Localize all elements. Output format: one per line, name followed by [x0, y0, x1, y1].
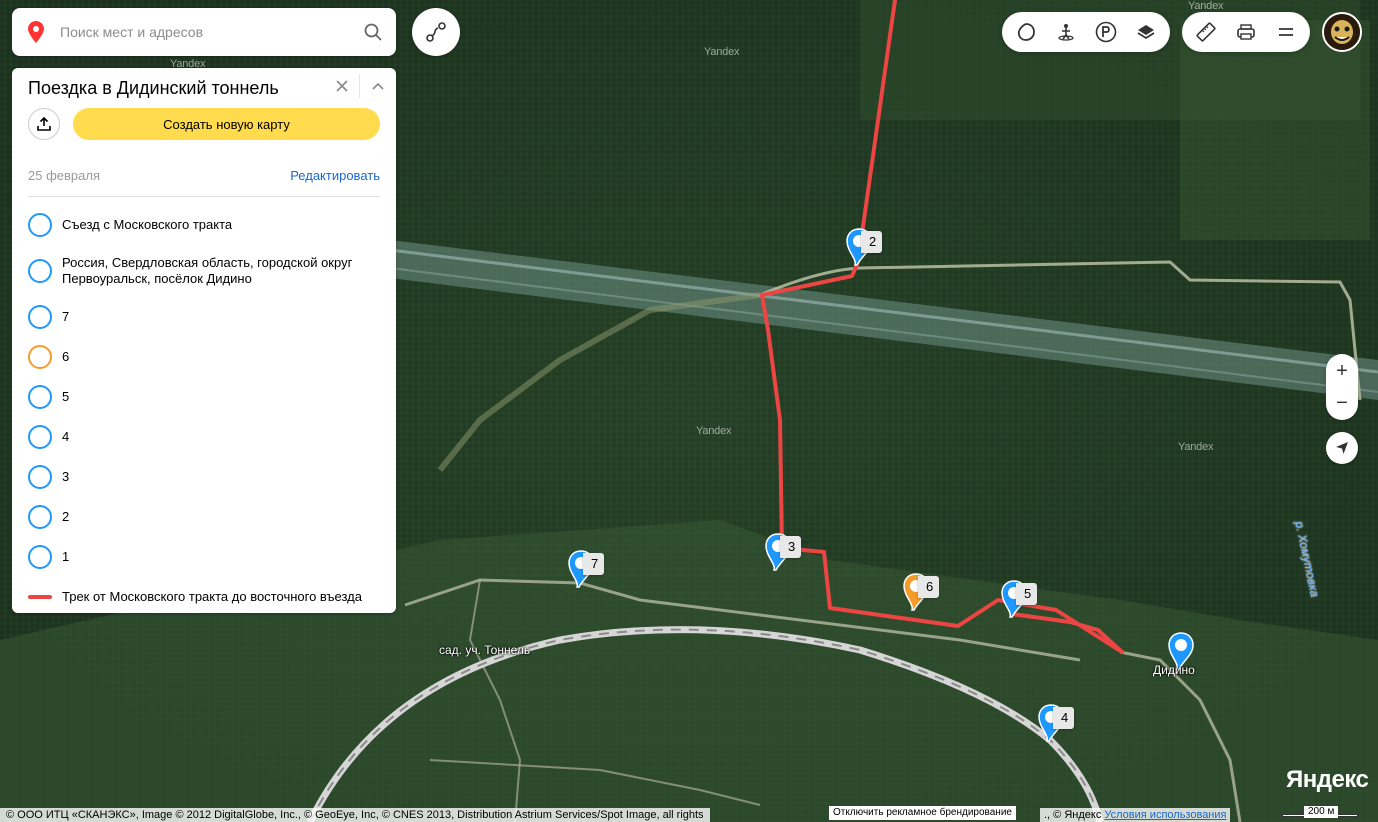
panorama-icon: [1017, 23, 1035, 41]
ruler-button[interactable]: [1186, 12, 1226, 52]
marker-label: 4: [1053, 707, 1075, 729]
parking-icon: [1095, 21, 1117, 43]
search-box: [12, 8, 396, 56]
scale-text: 200 м: [1304, 806, 1339, 818]
watermark: Yandex: [1188, 0, 1224, 12]
map-marker-7[interactable]: 7: [567, 549, 605, 592]
menu-icon: [1279, 28, 1293, 36]
point-circle-icon: [28, 305, 52, 329]
close-button[interactable]: [332, 76, 352, 96]
zoom-in-button[interactable]: +: [1326, 355, 1358, 387]
parking-button[interactable]: [1086, 12, 1126, 52]
location-pin-icon: [28, 21, 44, 43]
disable-branding-link[interactable]: Отключить рекламное брендирование: [829, 806, 1016, 820]
place-label-tunnel: сад. уч. Тоннель: [439, 643, 531, 657]
point-circle-icon: [28, 345, 52, 369]
share-button[interactable]: [28, 108, 60, 140]
ruler-icon: [1196, 22, 1216, 42]
objects-list: Съезд с Московского тракта Россия, Сверд…: [28, 205, 380, 617]
divider: [359, 74, 360, 98]
point-circle-icon: [28, 385, 52, 409]
map-marker-2[interactable]: 2: [845, 227, 883, 270]
marker-label: 5: [1016, 583, 1038, 605]
list-item[interactable]: 3: [28, 457, 380, 497]
list-item[interactable]: Съезд с Московского тракта: [28, 205, 380, 245]
watermark: Yandex: [1178, 441, 1214, 453]
route-button[interactable]: [412, 8, 460, 56]
map-marker-3[interactable]: 3: [764, 532, 802, 575]
point-circle-icon: [28, 425, 52, 449]
navigation-arrow-icon: [1336, 442, 1348, 454]
transit-icon: [1058, 24, 1074, 41]
divider: [28, 196, 380, 197]
watermark: Yandex: [696, 425, 732, 437]
layers-icon: [1137, 25, 1155, 40]
map-marker-5[interactable]: 5: [1000, 579, 1038, 622]
scale-bar: 200 м: [1282, 806, 1358, 820]
yandex-logo: Яндекс: [1286, 766, 1369, 793]
place-label-didino: Дидино: [1153, 663, 1195, 677]
search-icon[interactable]: [364, 23, 382, 41]
avatar[interactable]: [1322, 12, 1362, 52]
marker-label: 7: [583, 553, 605, 575]
terms-link[interactable]: Условия использования: [1104, 809, 1226, 821]
point-circle-icon: [28, 505, 52, 529]
map-panel: Поездка в Дидинский тоннель Создать нову…: [12, 68, 396, 613]
list-item[interactable]: 4: [28, 417, 380, 457]
print-icon: [1237, 24, 1255, 40]
point-circle-icon: [28, 465, 52, 489]
geolocation-button[interactable]: [1326, 432, 1358, 464]
print-button[interactable]: [1226, 12, 1266, 52]
copyright-text: © ООО ИТЦ «СКАНЭКС», Image © 2012 Digita…: [0, 808, 710, 822]
zoom-control: + −: [1326, 354, 1358, 420]
route-icon: [426, 22, 446, 42]
panorama-button[interactable]: [1006, 12, 1046, 52]
layers-button[interactable]: [1126, 12, 1166, 52]
zoom-out-button[interactable]: −: [1326, 387, 1358, 419]
collapse-button[interactable]: [368, 76, 388, 96]
list-item[interactable]: 1: [28, 537, 380, 577]
line-icon: [28, 595, 52, 599]
upload-icon: [37, 117, 51, 131]
point-circle-icon: [28, 213, 52, 237]
list-item[interactable]: 7: [28, 297, 380, 337]
list-item[interactable]: Россия, Свердловская область, городской …: [28, 245, 380, 297]
menu-button[interactable]: [1266, 12, 1306, 52]
map-tools: [1182, 12, 1310, 52]
point-circle-icon: [28, 259, 52, 283]
copyright-yandex-text: ., © Яндекс: [1044, 809, 1102, 821]
search-input[interactable]: [60, 24, 364, 40]
map-marker-4[interactable]: 4: [1037, 703, 1075, 746]
list-item[interactable]: 2: [28, 497, 380, 537]
date-label: 25 февраля: [28, 168, 100, 183]
map-layer-controls: [1002, 12, 1170, 52]
watermark: Yandex: [704, 46, 740, 58]
marker-label: 2: [861, 231, 883, 253]
point-circle-icon: [28, 545, 52, 569]
copyright-yandex: ., © Яндекс Условия использования: [1040, 808, 1231, 822]
marker-label: 3: [780, 536, 802, 558]
edit-link[interactable]: Редактировать: [290, 168, 380, 183]
page-title: Поездка в Дидинский тоннель: [28, 78, 279, 98]
list-item[interactable]: 6: [28, 337, 380, 377]
transit-button[interactable]: [1046, 12, 1086, 52]
marker-label: 6: [918, 576, 940, 598]
map-marker-6[interactable]: 6: [902, 572, 940, 615]
create-map-button[interactable]: Создать новую карту: [73, 108, 380, 140]
avatar-image: [1324, 14, 1360, 50]
list-item[interactable]: 5: [28, 377, 380, 417]
close-icon: [336, 80, 348, 92]
list-item[interactable]: Трек от Московского тракта до восточного…: [28, 577, 380, 617]
chevron-up-icon: [372, 82, 384, 90]
